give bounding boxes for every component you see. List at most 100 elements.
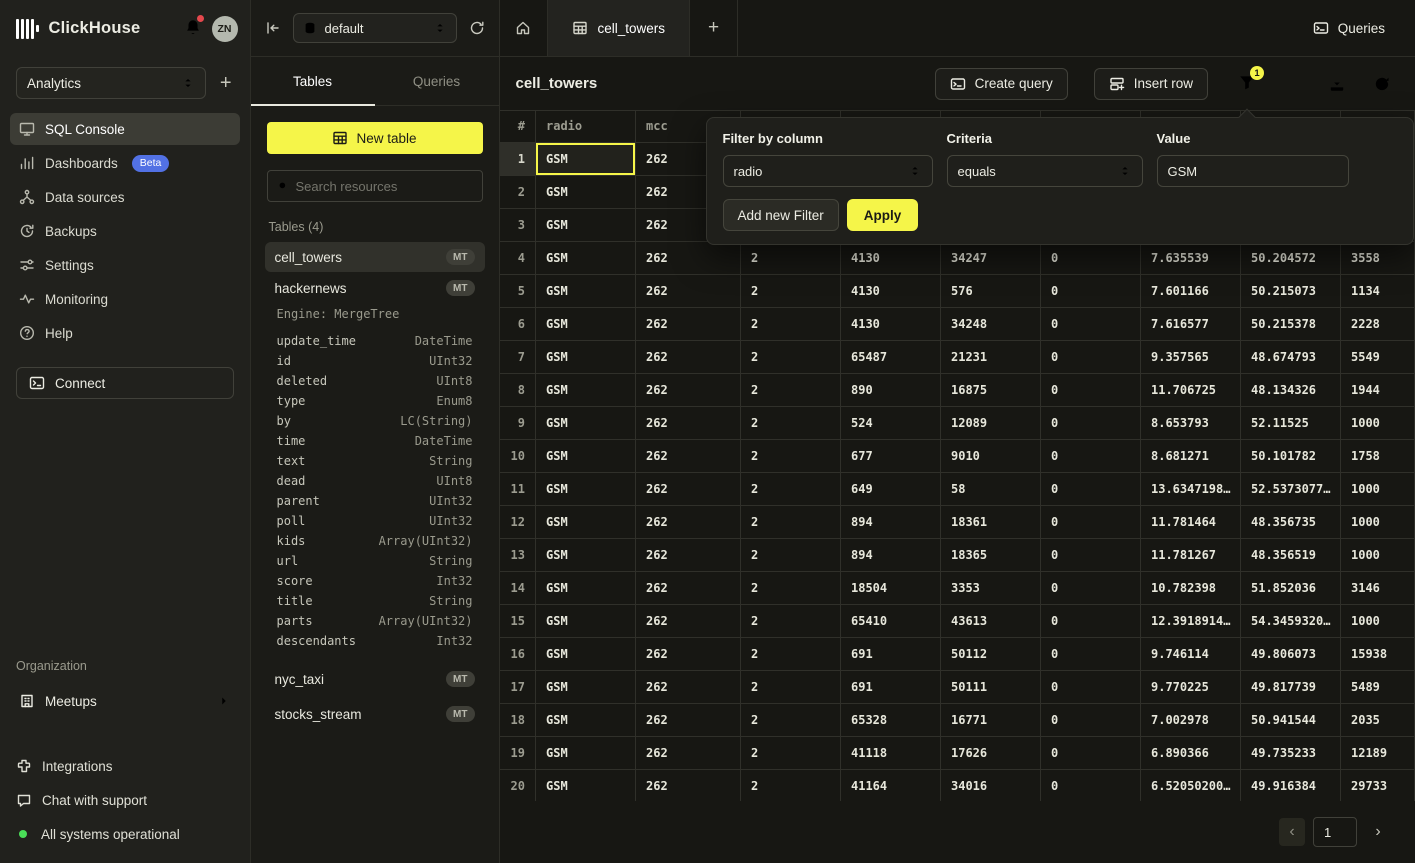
sidebar-item-backups[interactable]: Backups: [10, 215, 240, 247]
table-cell[interactable]: 9.746114: [1141, 637, 1241, 670]
table-cell[interactable]: 2228: [1341, 307, 1415, 340]
row-number[interactable]: 12: [500, 505, 536, 538]
table-cell[interactable]: 21231: [941, 340, 1041, 373]
table-cell[interactable]: 262: [636, 604, 741, 637]
table-cell[interactable]: 4130: [841, 307, 941, 340]
table-cell[interactable]: 2: [741, 538, 841, 571]
table-row[interactable]: 8GSM262289016875011.70672548.1343261944: [500, 373, 1415, 406]
table-cell[interactable]: 691: [841, 670, 941, 703]
table-cell[interactable]: 13.6347198…: [1141, 472, 1241, 505]
table-cell[interactable]: 2: [741, 373, 841, 406]
table-cell[interactable]: 262: [636, 538, 741, 571]
table-cell[interactable]: 677: [841, 439, 941, 472]
table-cell[interactable]: 262: [636, 571, 741, 604]
table-cell[interactable]: 34248: [941, 307, 1041, 340]
row-number[interactable]: 18: [500, 703, 536, 736]
table-cell[interactable]: 262: [636, 769, 741, 801]
table-cell[interactable]: 2: [741, 769, 841, 801]
table-cell[interactable]: 7.616577: [1141, 307, 1241, 340]
table-cell[interactable]: 65410: [841, 604, 941, 637]
table-cell[interactable]: 2: [741, 703, 841, 736]
new-tab-button[interactable]: +: [690, 0, 738, 56]
table-row[interactable]: 12GSM262289418361011.78146448.3567351000: [500, 505, 1415, 538]
table-list-item-stocks_stream[interactable]: stocks_streamMT: [265, 699, 485, 729]
row-number[interactable]: 5: [500, 274, 536, 307]
row-number[interactable]: 4: [500, 241, 536, 274]
table-cell[interactable]: 49.817739: [1241, 670, 1341, 703]
table-cell[interactable]: 48.356735: [1241, 505, 1341, 538]
table-cell[interactable]: 0: [1041, 736, 1141, 769]
table-cell[interactable]: 10.782398: [1141, 571, 1241, 604]
table-cell[interactable]: 1134: [1341, 274, 1415, 307]
table-cell[interactable]: 0: [1041, 241, 1141, 274]
table-cell[interactable]: 2: [741, 736, 841, 769]
table-cell[interactable]: 0: [1041, 670, 1141, 703]
row-number[interactable]: 8: [500, 373, 536, 406]
sidebar-item-meetups[interactable]: Meetups: [10, 685, 240, 717]
table-cell[interactable]: 2: [741, 505, 841, 538]
download-button[interactable]: [1328, 75, 1346, 93]
add-filter-button[interactable]: Add new Filter: [723, 199, 839, 231]
table-cell[interactable]: 54.3459320…: [1241, 604, 1341, 637]
queries-button[interactable]: Queries: [1297, 0, 1415, 56]
table-list-item-nyc_taxi[interactable]: nyc_taxiMT: [265, 664, 485, 694]
page-number-input[interactable]: 1: [1313, 817, 1357, 847]
table-cell[interactable]: 9010: [941, 439, 1041, 472]
table-cell[interactable]: 34247: [941, 241, 1041, 274]
table-cell[interactable]: 2: [741, 340, 841, 373]
table-row[interactable]: 14GSM2622185043353010.78239851.852036314…: [500, 571, 1415, 604]
table-cell[interactable]: 12089: [941, 406, 1041, 439]
row-number[interactable]: 15: [500, 604, 536, 637]
table-row[interactable]: 13GSM262289418365011.78126748.3565191000: [500, 538, 1415, 571]
table-cell[interactable]: 6.52050200…: [1141, 769, 1241, 801]
column-header[interactable]: #: [500, 111, 536, 142]
sidebar-item-sql-console[interactable]: SQL Console: [10, 113, 240, 145]
table-cell[interactable]: GSM: [536, 373, 636, 406]
table-cell[interactable]: 5489: [1341, 670, 1415, 703]
notifications-button[interactable]: [182, 16, 204, 41]
table-cell[interactable]: 894: [841, 505, 941, 538]
table-cell[interactable]: 0: [1041, 472, 1141, 505]
table-cell[interactable]: 262: [636, 703, 741, 736]
table-cell[interactable]: 50.101782: [1241, 439, 1341, 472]
table-row[interactable]: 16GSM26226915011209.74611449.80607315938: [500, 637, 1415, 670]
next-page-button[interactable]: ›: [1365, 818, 1391, 846]
sidebar-item-settings[interactable]: Settings: [10, 249, 240, 281]
table-cell[interactable]: GSM: [536, 439, 636, 472]
table-cell[interactable]: 2035: [1341, 703, 1415, 736]
table-cell[interactable]: 262: [636, 340, 741, 373]
table-row[interactable]: 7GSM2622654872123109.35756548.6747935549: [500, 340, 1415, 373]
table-cell[interactable]: 65328: [841, 703, 941, 736]
apply-filter-button[interactable]: Apply: [847, 199, 919, 231]
table-cell[interactable]: GSM: [536, 241, 636, 274]
table-cell[interactable]: 1000: [1341, 538, 1415, 571]
table-cell[interactable]: GSM: [536, 736, 636, 769]
table-cell[interactable]: 34016: [941, 769, 1041, 801]
prev-page-button[interactable]: ‹: [1279, 818, 1305, 846]
table-list-item-hackernews[interactable]: hackernews MT: [265, 273, 485, 303]
remove-filter-button[interactable]: [1375, 158, 1397, 183]
table-cell[interactable]: 11.781267: [1141, 538, 1241, 571]
table-cell[interactable]: 2: [741, 604, 841, 637]
table-cell[interactable]: GSM: [536, 406, 636, 439]
row-number[interactable]: 14: [500, 571, 536, 604]
table-cell[interactable]: 49.806073: [1241, 637, 1341, 670]
table-cell[interactable]: 2: [741, 571, 841, 604]
table-cell[interactable]: 41118: [841, 736, 941, 769]
filter-column-select[interactable]: radio: [723, 155, 933, 187]
table-cell[interactable]: 58: [941, 472, 1041, 505]
connect-button[interactable]: Connect: [16, 367, 234, 399]
table-cell[interactable]: 1758: [1341, 439, 1415, 472]
table-cell[interactable]: 9.770225: [1141, 670, 1241, 703]
table-row[interactable]: 19GSM2622411181762606.89036649.735233121…: [500, 736, 1415, 769]
table-cell[interactable]: 48.674793: [1241, 340, 1341, 373]
table-cell[interactable]: 262: [636, 637, 741, 670]
row-number[interactable]: 10: [500, 439, 536, 472]
table-cell[interactable]: 50.204572: [1241, 241, 1341, 274]
filter-button[interactable]: 1: [1238, 73, 1256, 94]
table-cell[interactable]: 51.852036: [1241, 571, 1341, 604]
home-tab[interactable]: [500, 0, 548, 56]
row-number[interactable]: 19: [500, 736, 536, 769]
table-cell[interactable]: 18365: [941, 538, 1041, 571]
table-cell[interactable]: 9.357565: [1141, 340, 1241, 373]
